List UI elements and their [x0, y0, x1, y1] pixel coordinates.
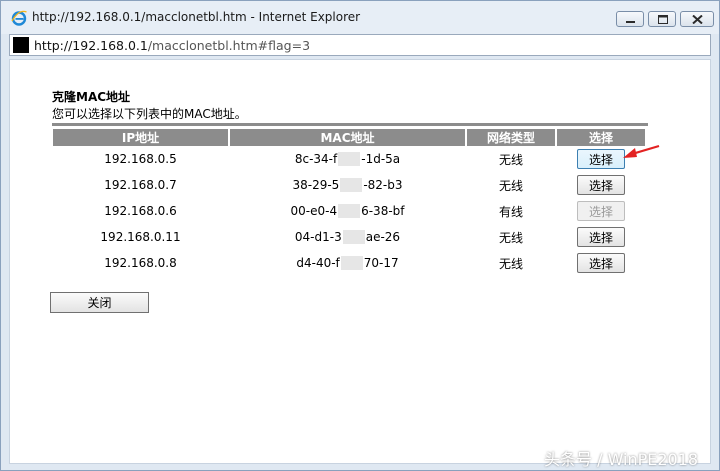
minimize-icon — [626, 21, 635, 23]
select-button[interactable]: 选择 — [577, 227, 625, 247]
select-cell: 选择 — [557, 224, 645, 250]
window-title: http://192.168.0.1/macclonetbl.htm - Int… — [32, 10, 361, 24]
mac-address-table: IP地址 MAC地址 网络类型 选择 192.168.0.5 8c-34-f -1… — [51, 129, 647, 276]
mac-cell: 8c-34-f -1d-5a — [230, 146, 465, 172]
address-host: http://192.168.0.1 — [34, 38, 148, 53]
select-cell: 选择 — [557, 250, 645, 276]
mac-redaction-mask — [340, 256, 363, 271]
close-button[interactable]: 关闭 — [50, 292, 149, 313]
mac-cell: d4-40-f 70-17 — [230, 250, 465, 276]
table-row: 192.168.0.8 d4-40-f 70-17 无线 选择 — [53, 250, 645, 276]
network-type-cell: 无线 — [498, 230, 523, 245]
mac-start: 38-29-5 — [292, 177, 340, 192]
mac-redaction-mask — [338, 204, 361, 219]
maximize-button[interactable] — [648, 11, 676, 27]
close-window-button[interactable] — [680, 11, 714, 27]
table-row: 192.168.0.7 38-29-5 -82-b3 无线 选择 — [53, 172, 645, 198]
maximize-icon — [658, 15, 668, 24]
address-path: /macclonetbl.htm#flag=3 — [147, 38, 311, 53]
ip-cell: 192.168.0.5 — [104, 152, 177, 166]
mac-start: 04-d1-3 — [294, 229, 342, 244]
mac-end: ae-26 — [365, 229, 401, 244]
network-type-cell: 有线 — [498, 204, 523, 219]
select-button[interactable]: 选择 — [577, 149, 625, 169]
select-cell: 选择 — [557, 172, 645, 198]
mac-end: -1d-5a — [361, 151, 401, 166]
red-arrow-annotation-icon — [623, 144, 660, 158]
page-description: 您可以选择以下列表中的MAC地址。 — [52, 107, 247, 121]
page-content: 克隆MAC地址 您可以选择以下列表中的MAC地址。 IP地址 MAC地址 网络类… — [9, 59, 711, 464]
mac-start: 8c-34-f — [294, 151, 338, 166]
close-icon — [692, 15, 703, 24]
table-row: 192.168.0.5 8c-34-f -1d-5a 无线 选择 — [53, 146, 645, 172]
network-type-cell: 无线 — [498, 178, 523, 193]
address-url: http://192.168.0.1/macclonetbl.htm#flag=… — [34, 38, 310, 53]
table-header-row: IP地址 MAC地址 网络类型 选择 — [53, 129, 645, 146]
table-row: 192.168.0.11 04-d1-3 ae-26 无线 选择 — [53, 224, 645, 250]
mac-cell: 38-29-5 -82-b3 — [230, 172, 465, 198]
address-bar[interactable]: http://192.168.0.1/macclonetbl.htm#flag=… — [9, 34, 711, 56]
mac-cell: 00-e0-4 6-38-bf — [230, 198, 465, 224]
select-button-disabled: 选择 — [577, 201, 625, 221]
network-type-cell: 无线 — [498, 152, 523, 167]
ip-cell: 192.168.0.7 — [104, 178, 177, 192]
mac-end: 70-17 — [363, 255, 399, 270]
column-header-mac: MAC地址 — [230, 129, 465, 146]
mac-redaction-mask — [340, 178, 363, 193]
select-cell: 选择 — [557, 198, 645, 224]
watermark-text: 头条号 / WinPE2018 — [544, 450, 699, 469]
page-title: 克隆MAC地址 — [52, 90, 131, 104]
mac-redaction-mask — [338, 152, 361, 167]
internet-explorer-icon — [11, 10, 27, 26]
table-row: 192.168.0.6 00-e0-4 6-38-bf 有线 选择 — [53, 198, 645, 224]
mac-end: 6-38-bf — [361, 203, 405, 218]
mac-start: d4-40-f — [296, 255, 340, 270]
ip-cell: 192.168.0.6 — [104, 204, 177, 218]
page-favicon-icon — [13, 37, 29, 53]
ip-cell: 192.168.0.11 — [100, 230, 181, 244]
title-divider — [52, 123, 648, 126]
network-type-cell: 无线 — [498, 256, 523, 271]
mac-redaction-mask — [342, 230, 365, 245]
ip-cell: 192.168.0.8 — [104, 256, 177, 270]
column-header-ip: IP地址 — [53, 129, 228, 146]
mac-end: -82-b3 — [363, 177, 403, 192]
minimize-button[interactable] — [616, 11, 644, 27]
mac-cell: 04-d1-3 ae-26 — [230, 224, 465, 250]
browser-window: http://192.168.0.1/macclonetbl.htm - Int… — [0, 0, 720, 471]
column-header-network-type: 网络类型 — [467, 129, 555, 146]
title-bar[interactable]: http://192.168.0.1/macclonetbl.htm - Int… — [1, 1, 719, 34]
select-button[interactable]: 选择 — [577, 253, 625, 273]
select-button[interactable]: 选择 — [577, 175, 625, 195]
mac-start: 00-e0-4 — [290, 203, 338, 218]
